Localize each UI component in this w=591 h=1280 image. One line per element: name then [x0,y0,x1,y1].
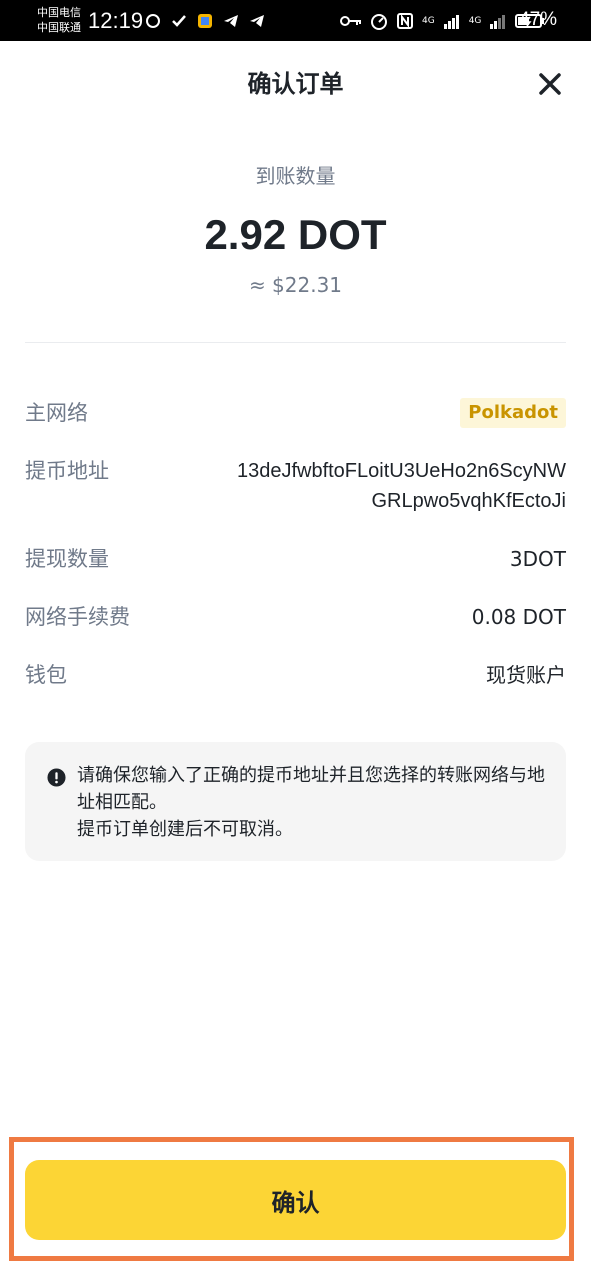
clock: 12:19 [88,8,144,33]
warning-line-2: 提币订单创建后不可取消。 [77,819,293,840]
carrier-2: 中国联通 [37,21,81,34]
system-icons: 4G 4G [340,10,545,32]
warning-text: 请确保您输入了正确的提币地址并且您选择的转账网络与地址相匹配。 提币订单创建后不… [77,762,547,843]
warning-box: 请确保您输入了正确的提币地址并且您选择的转账网络与地址相匹配。 提币订单创建后不… [25,742,566,861]
battery-percent: 47% [519,9,558,30]
telegram-icon [250,15,264,27]
close-icon[interactable] [534,68,566,100]
received-amount-value: 2.92 DOT [204,211,387,258]
app-notification-icon [172,15,186,27]
alert-circle-icon [47,768,66,787]
fee-value: 0.08 DOT [471,605,566,629]
withdraw-amount-value: 3DOT [509,547,566,571]
app-notification-icon [146,14,160,28]
received-amount-label: 到账数量 [255,164,336,188]
close-button[interactable] [534,68,566,100]
network-tag: Polkadot [460,398,566,428]
confirm-button[interactable]: 确认 [25,1160,566,1240]
address-label: 提币地址 [25,459,109,483]
app-notification-icon [198,14,212,28]
status-bar: 中国电信 中国联通 12:19 4G 4G 47% [0,0,591,41]
address-value: 13deJfwbftoFLoitU3UeHo2n6ScyNWGRLpwo5vqh… [236,460,566,512]
carrier-info: 中国电信 中国联通 [37,5,81,35]
withdraw-amount-label: 提现数量 [25,547,109,571]
signal-icon [443,15,459,29]
network-label: 主网络 [25,401,88,425]
carrier-1: 中国电信 [37,6,81,19]
divider [25,342,566,343]
fee-label: 网络手续费 [25,605,130,629]
speedometer-icon [371,14,387,30]
nfc-icon [397,13,413,29]
key-icon [340,16,361,26]
telegram-icon [224,15,238,27]
notification-icons [144,12,266,30]
wallet-label: 钱包 [25,663,67,687]
network-type-2: 4G [468,16,482,26]
warning-line-1: 请确保您输入了正确的提币地址并且您选择的转账网络与地址相匹配。 [77,765,545,813]
received-amount-fiat: ≈ $22.31 [248,273,343,297]
wallet-value: 现货账户 [486,663,566,687]
signal-icon [490,15,506,29]
page-title: 确认订单 [247,70,344,98]
network-type-1: 4G [422,16,435,26]
